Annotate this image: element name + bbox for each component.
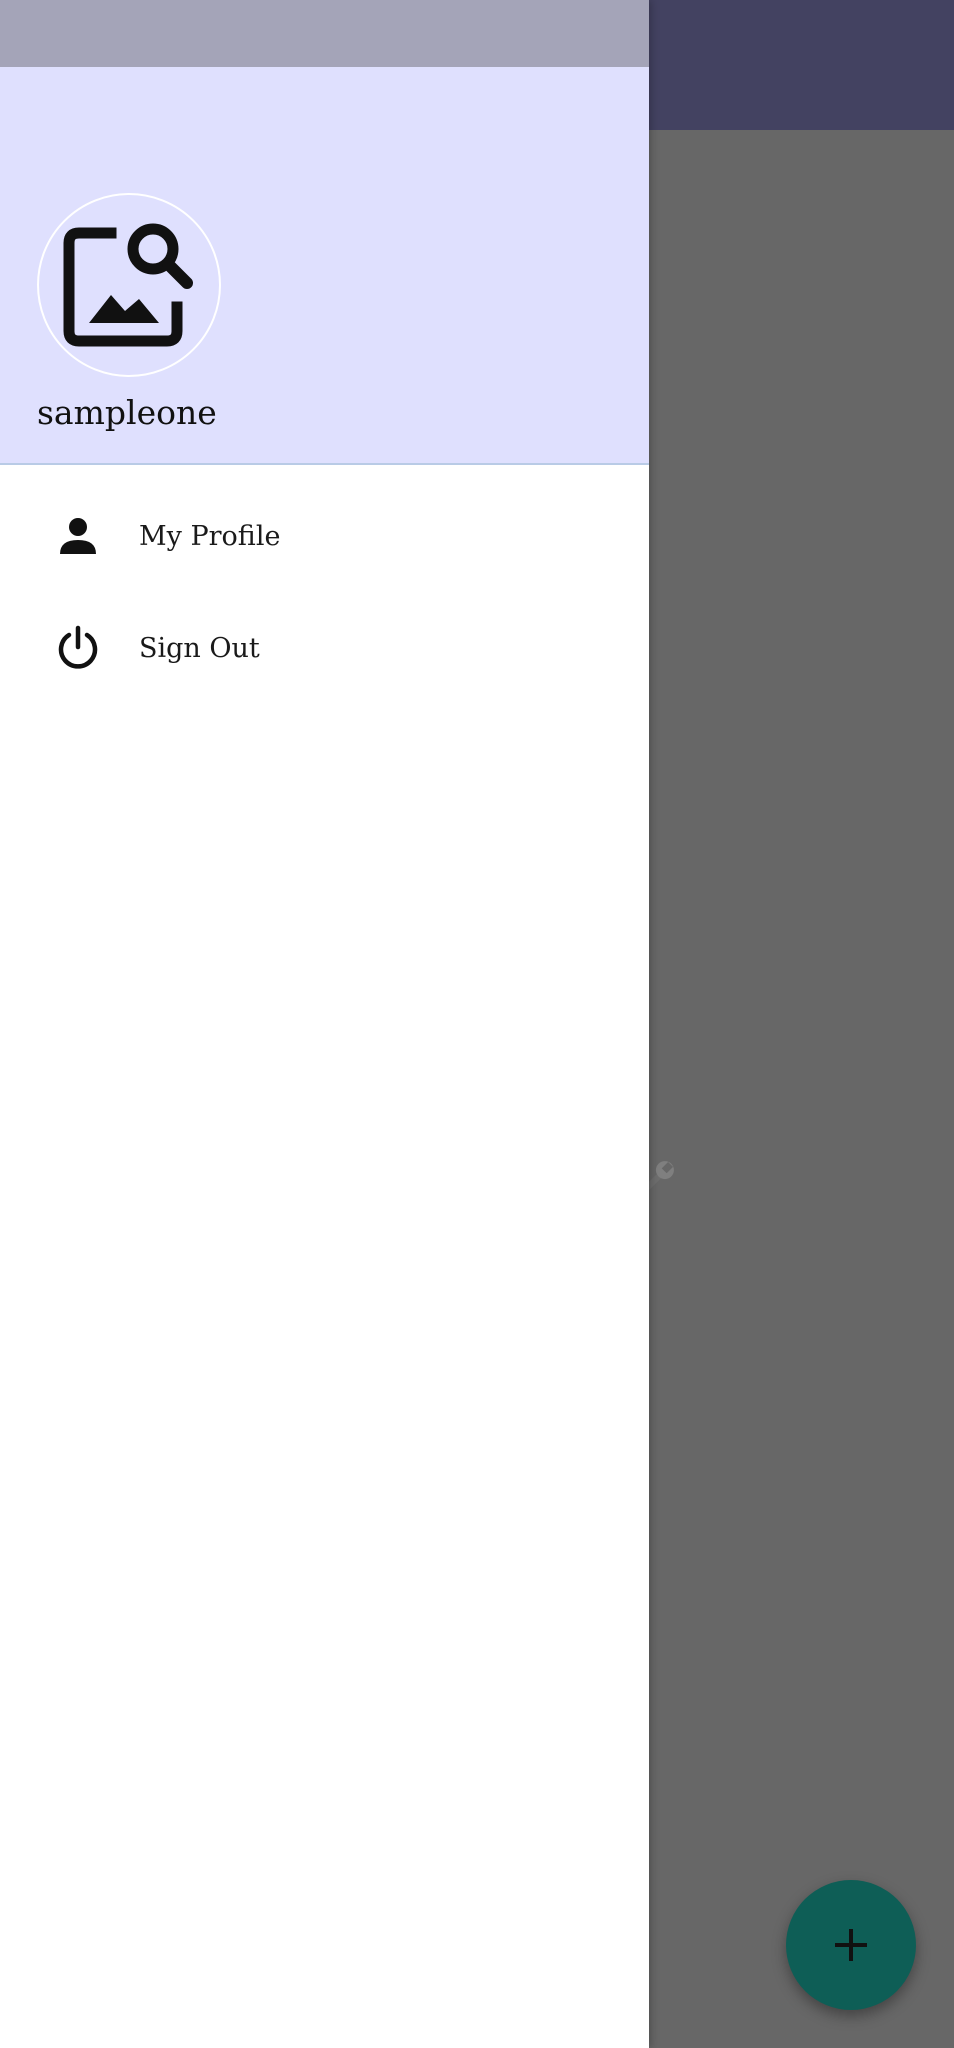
power-icon	[54, 624, 102, 672]
navigation-drawer: sampleone My Profile Sign Out	[0, 0, 649, 2048]
status-bar	[0, 0, 649, 67]
plus-icon	[831, 1925, 871, 1965]
avatar[interactable]	[37, 193, 221, 377]
drawer-menu: My Profile Sign Out	[0, 480, 649, 704]
menu-item-label: My Profile	[139, 520, 281, 552]
person-icon	[54, 512, 102, 560]
menu-item-my-profile[interactable]: My Profile	[0, 480, 649, 592]
menu-item-sign-out[interactable]: Sign Out	[0, 592, 649, 704]
username: sampleone	[37, 393, 217, 432]
drawer-header: sampleone	[0, 67, 649, 465]
image-search-icon	[49, 203, 209, 367]
menu-item-label: Sign Out	[139, 632, 260, 664]
add-fab-button[interactable]	[786, 1880, 916, 2010]
screen: ce	[0, 0, 954, 2048]
